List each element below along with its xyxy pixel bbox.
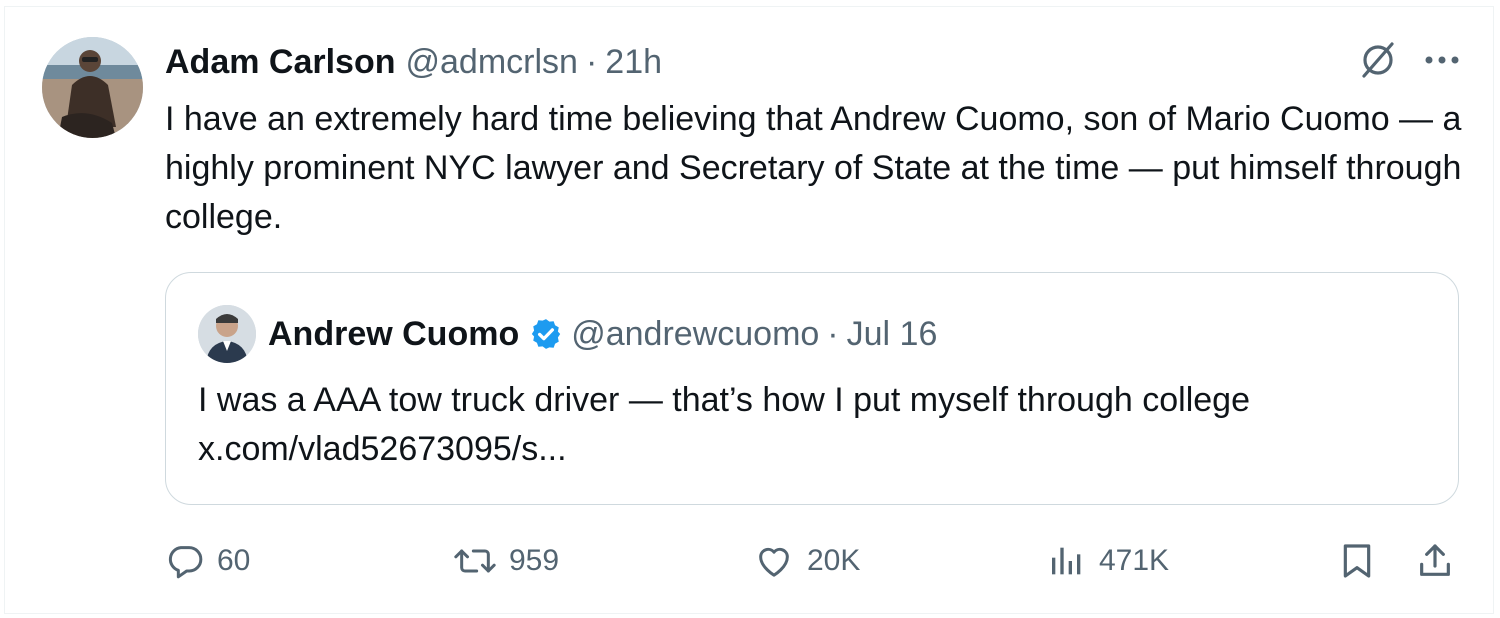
quoted-post-date[interactable]: Jul 16 [847,315,938,354]
post-time[interactable]: 21h [605,40,662,84]
repost-icon [453,541,497,581]
like-button[interactable]: 20K [753,536,860,586]
author-name[interactable]: Adam Carlson [165,40,396,84]
quoted-post[interactable]: Andrew Cuomo @andrewcuomo · Jul 16 I was… [165,272,1459,505]
grok-icon[interactable] [1358,40,1398,80]
share-icon [1415,540,1455,582]
share-button[interactable] [1415,536,1455,586]
top-right-actions [1358,40,1460,80]
post-text: I have an extremely hard time believing … [165,100,1462,236]
reply-count: 60 [217,544,251,577]
like-count: 20K [807,544,861,577]
reply-icon [165,541,205,581]
quoted-post-body: I was a AAA tow truck driver — that’s ho… [198,376,1438,474]
quoted-author-avatar[interactable] [198,305,256,363]
action-bar: 60 959 20K 471K [165,536,1460,586]
quoted-author-name[interactable]: Andrew Cuomo [268,315,519,354]
quoted-post-text: I was a AAA tow truck driver — that’s ho… [198,381,1250,419]
views-button[interactable]: 471K [1047,536,1169,586]
bookmark-button[interactable] [1337,536,1377,586]
post-header: Adam Carlson @admcrlsn · 21h [165,40,662,84]
bookmark-icon [1337,540,1377,582]
like-icon [753,541,795,581]
reply-button[interactable]: 60 [165,536,250,586]
repost-button[interactable]: 959 [453,536,559,586]
more-icon[interactable] [1424,54,1460,66]
quoted-post-header: Andrew Cuomo @andrewcuomo · Jul 16 [268,312,937,356]
author-avatar[interactable] [42,37,143,138]
repost-count: 959 [509,544,560,577]
verified-badge-icon [529,317,563,351]
view-count: 471K [1099,544,1170,577]
author-handle[interactable]: @admcrlsn [406,40,578,84]
quoted-author-handle[interactable]: @andrewcuomo [571,315,819,354]
separator-dot: · [585,43,598,81]
quoted-post-link[interactable]: x.com/vlad52673095/s... [198,425,1438,474]
separator-dot: · [827,314,839,353]
views-icon [1047,541,1087,581]
